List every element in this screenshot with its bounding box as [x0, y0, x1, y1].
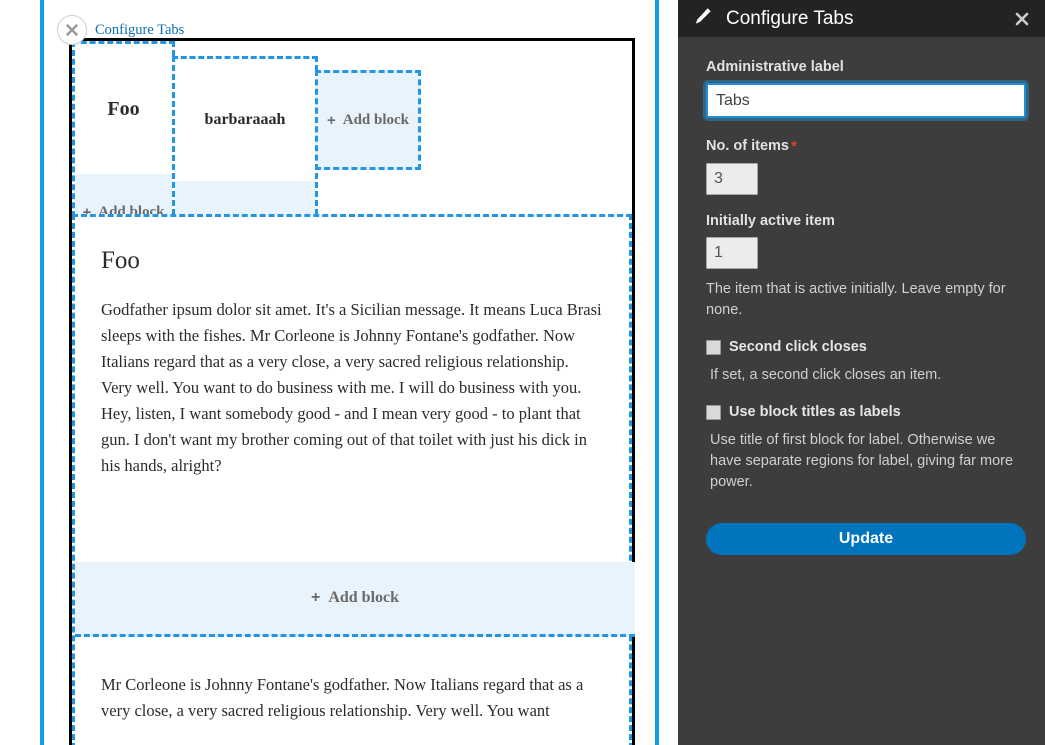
panel-title: Configure Tabs — [726, 7, 854, 29]
content-paragraph: Godfather ipsum dolor sit amet. It's a S… — [101, 300, 602, 475]
configure-tabs-panel: Configure Tabs Administrative label No. … — [678, 0, 1045, 745]
configure-tabs-link[interactable]: Configure Tabs — [95, 22, 184, 39]
no-of-items-input[interactable] — [706, 163, 758, 195]
tab-content-region[interactable]: Foo Godfather ipsum dolor sit amet. It's… — [72, 214, 635, 745]
content-tail-paragraph: Mr Corleone is Johnny Fontane's godfathe… — [101, 675, 584, 720]
initially-active-help: The item that is active initially. Leave… — [706, 281, 1006, 318]
tab-label-1: Foo — [107, 97, 140, 120]
admin-label-label: Administrative label — [706, 59, 844, 75]
initially-active-field-group: Initially active item The item that is a… — [706, 213, 1025, 321]
add-block-tab-3[interactable]: + Add block — [318, 73, 418, 167]
add-block-label: Add block — [328, 589, 400, 606]
panel-header: Configure Tabs — [678, 0, 1045, 37]
editor-canvas: Configure Tabs Foo + Add block barbaraaa… — [44, 0, 655, 745]
add-block-content[interactable]: + Add block — [75, 562, 635, 637]
second-click-closes-help: If set, a second click closes an item. — [710, 367, 942, 383]
right-accent-bar — [655, 0, 659, 745]
plus-icon: + — [326, 111, 336, 129]
panel-body: Administrative label No. of items* Initi… — [678, 37, 1045, 555]
second-click-closes-checkbox[interactable] — [706, 339, 721, 355]
content-heading: Foo — [101, 247, 140, 274]
no-of-items-label: No. of items * — [706, 138, 1025, 155]
pencil-icon — [692, 5, 714, 32]
use-block-titles-checkbox[interactable] — [706, 404, 721, 420]
close-circle-icon[interactable] — [57, 15, 87, 45]
contextual-toolbar: Configure Tabs — [57, 14, 184, 46]
tab-region-3-placeholder[interactable]: + Add block — [315, 70, 421, 170]
use-block-titles-row[interactable]: Use block titles as labels — [706, 404, 1025, 420]
second-click-closes-row[interactable]: Second click closes — [706, 339, 1025, 355]
no-of-items-field-group: No. of items * — [706, 138, 1025, 195]
use-block-titles-help: Use title of first block for label. Othe… — [710, 432, 1014, 490]
no-of-items-label-text: No. of items — [706, 138, 789, 154]
plus-icon: + — [310, 589, 321, 606]
add-block-label: Add block — [342, 111, 410, 128]
screen-root: Configure Tabs Foo + Add block barbaraaa… — [0, 0, 1045, 745]
second-click-closes-label: Second click closes — [729, 339, 867, 355]
use-block-titles-label: Use block titles as labels — [729, 404, 901, 420]
initially-active-input[interactable] — [706, 237, 758, 269]
update-button[interactable]: Update — [706, 523, 1026, 555]
admin-label-field-group: Administrative label — [703, 59, 1029, 121]
required-asterisk: * — [790, 138, 797, 155]
tab-label-2: barbaraaah — [204, 111, 286, 128]
admin-label-input[interactable] — [703, 80, 1029, 121]
tab-content-body: Foo Godfather ipsum dolor sit amet. It's… — [75, 217, 629, 479]
close-icon[interactable] — [1009, 6, 1035, 32]
initially-active-label: Initially active item — [706, 213, 835, 229]
